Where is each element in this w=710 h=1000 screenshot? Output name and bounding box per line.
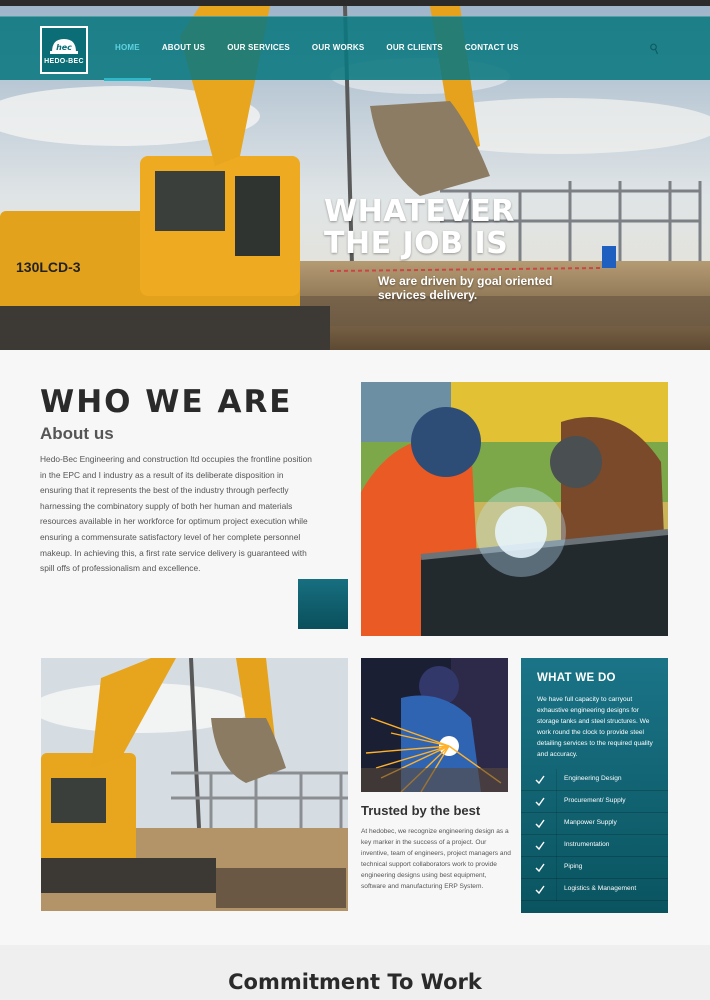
list-item[interactable]: Instrumentation	[521, 835, 668, 857]
what-we-do-card: WHAT WE DO We have full capacity to carr…	[521, 658, 668, 913]
about-us-subheading: About us	[40, 424, 114, 443]
about-us-paragraph: Hedo-Bec Engineering and construction lt…	[40, 454, 312, 574]
main-navbar: hec HEDO-BEC HOME ABOUT US OUR SERVICES …	[0, 16, 710, 81]
nav-item-home[interactable]: HOME	[104, 17, 151, 81]
nav-item-our-services[interactable]: OUR SERVICES	[216, 17, 301, 81]
check-icon	[535, 775, 545, 785]
service-label: Logistics & Management	[564, 885, 637, 892]
teal-accent-block	[298, 579, 348, 629]
excavator-photo	[41, 658, 348, 911]
hero-title: WHATEVER THE JOB IS	[324, 194, 515, 261]
hero-subtitle: We are driven by goal oriented services …	[378, 274, 553, 302]
logo-text: HEDO-BEC	[44, 57, 84, 65]
machine-label: 130LCD-3	[16, 259, 81, 275]
check-icon	[535, 885, 545, 895]
list-item[interactable]: Engineering Design	[521, 769, 668, 791]
service-label: Procurement/ Supply	[564, 797, 626, 804]
service-label: Engineering Design	[564, 775, 622, 782]
service-label: Piping	[564, 863, 583, 870]
check-icon	[535, 797, 545, 807]
list-item[interactable]: Piping	[521, 857, 668, 879]
service-label: Instrumentation	[564, 841, 610, 848]
list-item[interactable]: Manpower Supply	[521, 813, 668, 835]
brand-logo[interactable]: hec HEDO-BEC	[40, 26, 88, 74]
welding-sparks-photo	[361, 658, 508, 792]
hero-banner: 130LCD-3 hec HEDO-BEC HOME ABOUT US OUR …	[0, 6, 710, 350]
services-list: Engineering Design Procurement/ Supply M…	[521, 769, 668, 901]
trusted-paragraph: At hedobec, we recognize engineering des…	[361, 828, 511, 891]
check-icon	[535, 841, 545, 851]
who-we-are-heading: WHO WE ARE	[40, 384, 293, 420]
primary-nav: HOME ABOUT US OUR SERVICES OUR WORKS OUR…	[104, 17, 530, 81]
trusted-heading: Trusted by the best	[361, 803, 481, 818]
nav-item-contact-us[interactable]: CONTACT US	[454, 17, 530, 81]
check-icon	[535, 819, 545, 829]
search-icon[interactable]	[650, 43, 658, 55]
logo-mark: hec	[56, 43, 72, 52]
list-item[interactable]: Procurement/ Supply	[521, 791, 668, 813]
what-we-do-heading: WHAT WE DO	[537, 672, 616, 684]
commitment-heading: Commitment To Work	[228, 970, 482, 994]
nav-item-our-works[interactable]: OUR WORKS	[301, 17, 375, 81]
nav-item-our-clients[interactable]: OUR CLIENTS	[375, 17, 453, 81]
helmet-logo-icon: hec	[50, 38, 78, 54]
check-icon	[535, 863, 545, 873]
nav-item-about-us[interactable]: ABOUT US	[151, 17, 216, 81]
list-item[interactable]: Logistics & Management	[521, 879, 668, 901]
welders-photo	[361, 382, 668, 636]
service-label: Manpower Supply	[564, 819, 617, 826]
what-we-do-paragraph: We have full capacity to carryout exhaus…	[537, 696, 653, 758]
